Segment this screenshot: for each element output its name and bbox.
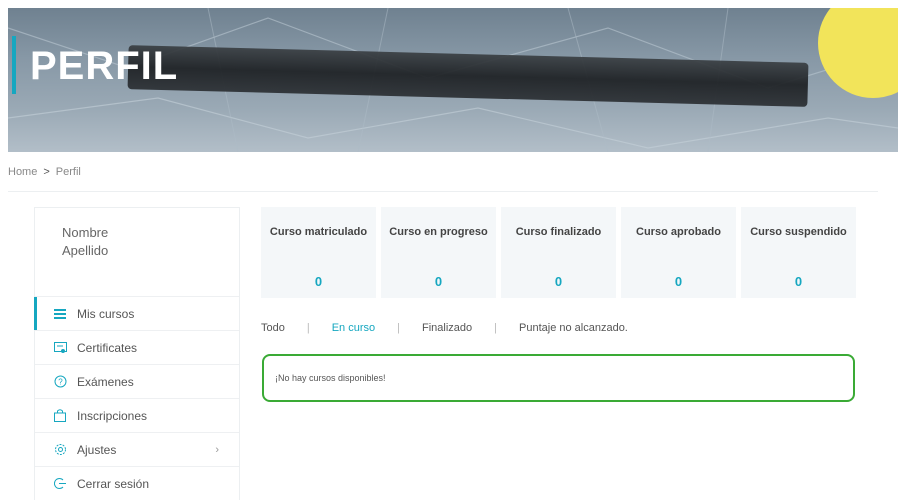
stat-card-finalizado: Curso finalizado 0 [501,207,616,298]
certificate-icon [53,341,67,355]
tab-puntaje-no-alcanzado[interactable]: Puntaje no alcanzado. [519,322,628,334]
stat-label: Curso matriculado [269,226,368,238]
breadcrumb-current: Perfil [55,166,81,178]
stat-label: Curso aprobado [636,226,721,238]
stat-value: 0 [674,274,683,289]
stat-card-en-progreso: Curso en progreso 0 [381,207,496,298]
stat-card-matriculado: Curso matriculado 0 [261,207,376,298]
exam-icon: ? [53,375,67,389]
divider [8,191,878,192]
page-title: PERFIL [30,44,179,88]
course-stats: Curso matriculado 0 Curso en progreso 0 … [261,207,856,298]
stat-value: 0 [434,274,443,289]
user-last-name: Apellido [62,243,109,258]
bag-icon [53,409,67,423]
sidebar-item-mis-cursos[interactable]: Mis cursos [34,296,239,330]
stat-value: 0 [794,274,803,289]
breadcrumb: Home > Perfil [8,166,81,178]
sidebar-item-label: Certificates [77,340,138,355]
course-filter-tabs: Todo | En curso | Finalizado | Puntaje n… [261,322,628,334]
user-first-name: Nombre [62,225,109,240]
stat-label: Curso en progreso [389,226,488,238]
list-icon [53,307,67,321]
sidebar-item-label: Cerrar sesión [77,476,150,491]
stat-label: Curso finalizado [515,226,602,238]
title-accent-bar [12,36,16,94]
tab-todo[interactable]: Todo [261,322,285,334]
breadcrumb-separator-icon: > [43,166,50,178]
chevron-right-icon: › [215,443,219,456]
tab-separator: | [494,322,497,334]
sidebar-item-ajustes[interactable]: Ajustes › [35,432,239,466]
stat-value: 0 [314,274,323,289]
profile-sidebar: Nombre Apellido Mis cursos Certificates … [34,207,240,500]
empty-courses-message: ¡No hay cursos disponibles! [275,373,386,383]
svg-text:?: ? [58,378,63,387]
sidebar-item-label: Exámenes [77,374,134,389]
sidebar-item-label: Mis cursos [77,306,135,321]
stat-label: Curso suspendido [750,226,847,238]
sidebar-item-inscripciones[interactable]: Inscripciones [35,398,239,432]
tab-separator: | [397,322,400,334]
tab-separator: | [306,322,310,334]
stat-value: 0 [554,274,563,289]
sidebar-item-certificates[interactable]: Certificates [35,330,239,364]
sidebar-item-label: Ajustes [77,442,117,457]
sidebar-item-label: Inscripciones [77,408,148,423]
stat-card-aprobado: Curso aprobado 0 [621,207,736,298]
stat-card-suspendido: Curso suspendido 0 [741,207,856,298]
sidebar-item-cerrar-sesion[interactable]: Cerrar sesión [35,466,239,500]
logout-icon [53,477,67,491]
empty-courses-message-box: ¡No hay cursos disponibles! [262,354,855,402]
user-name-block: Nombre Apellido [35,208,239,296]
profile-banner: PERFIL [8,8,898,152]
tab-finalizado[interactable]: Finalizado [422,322,472,334]
breadcrumb-home-link[interactable]: Home [8,166,37,178]
gear-icon [53,443,67,457]
tab-en-curso[interactable]: En curso [332,322,375,334]
sidebar-item-examenes[interactable]: ? Exámenes [35,364,239,398]
